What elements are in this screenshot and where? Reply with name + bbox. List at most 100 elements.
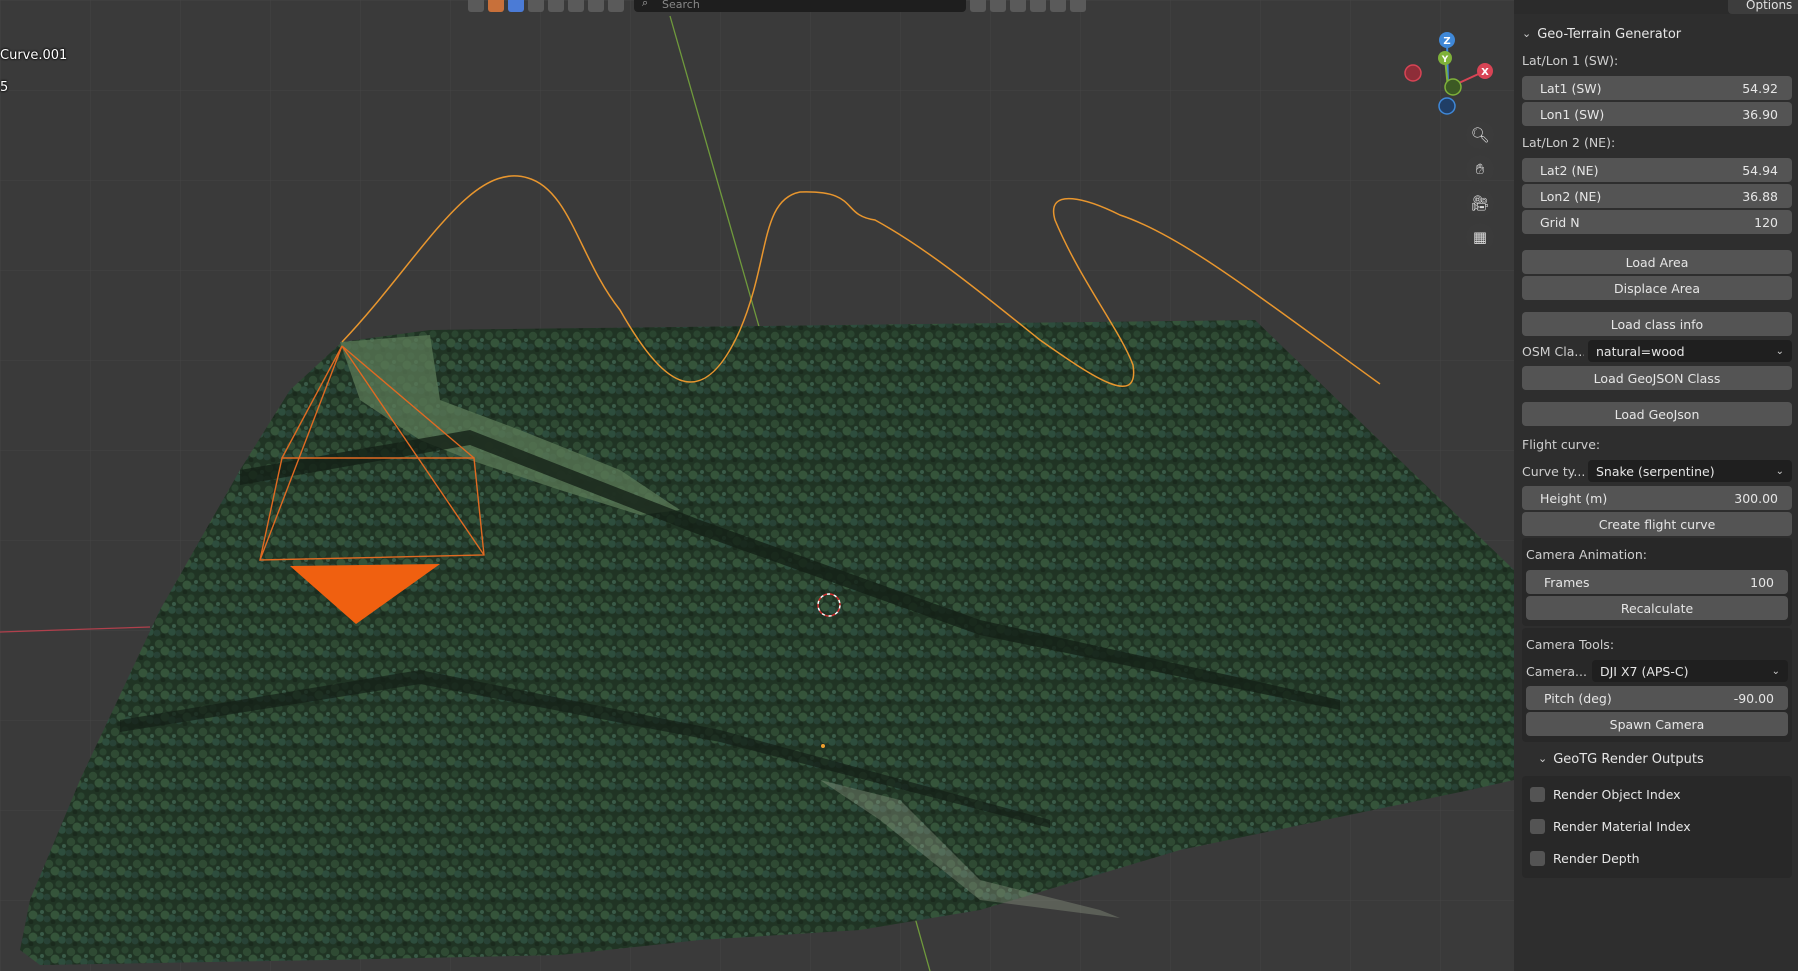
material-shading-icon[interactable] [528,0,544,12]
svg-text:X: X [1481,67,1489,78]
curve-type-row: Curve ty... Snake (serpentine) ⌄ [1522,458,1792,484]
viewport-icon[interactable] [588,0,604,12]
svg-text:Y: Y [1441,55,1449,65]
viewport-scene [0,0,1514,971]
camera-animation-label: Camera Animation: [1526,546,1647,562]
pitch-field[interactable]: Pitch (deg) -90.00 [1526,686,1788,710]
hand-pan-icon[interactable]: ✋︎ [1466,155,1494,183]
verified-icon[interactable] [1070,0,1086,12]
lat1-label: Lat1 (SW) [1540,80,1602,96]
options-button[interactable]: Options [1728,0,1798,14]
load-class-info-button[interactable]: Load class info [1522,312,1792,336]
render-material-index-row[interactable]: Render Material Index [1526,810,1788,842]
frames-value: 100 [1750,574,1774,590]
height-label: Height (m) [1540,490,1608,506]
zoom-icon[interactable]: 🔍︎ [1466,121,1494,149]
gizmo-neg-z-axis [1438,97,1456,115]
curve-type-select[interactable]: Snake (serpentine) ⌄ [1588,460,1792,482]
height-field[interactable]: Height (m) 300.00 [1522,486,1792,510]
recalculate-button[interactable]: Recalculate [1526,596,1788,620]
lon1-label: Lon1 (SW) [1540,106,1605,122]
panel-title: Geo-Terrain Generator [1537,26,1682,42]
navigation-gizmo[interactable]: Z Y X [1395,28,1505,120]
ne-label: Lat/Lon 2 (NE): [1522,134,1616,150]
lon2-value: 36.88 [1742,188,1778,204]
gridn-label: Grid N [1540,214,1580,230]
render-outputs-title: GeoTG Render Outputs [1553,751,1704,767]
solid-shading-icon[interactable] [508,0,524,12]
render-shading-icon[interactable] [548,0,564,12]
search-placeholder: Search [662,0,700,11]
render-object-index-checkbox[interactable] [1530,786,1545,802]
lon1-field[interactable]: Lon1 (SW) 36.90 [1522,102,1792,126]
render-outputs-box: Render Object Index Render Material Inde… [1522,776,1792,878]
chevron-down-icon[interactable] [468,0,484,12]
collection-icon[interactable] [1030,0,1046,12]
chevron-down-icon: ⌄ [1775,345,1784,357]
camera-view-icon[interactable]: 🎥︎ [1466,189,1494,217]
osm-class-label: OSM Cla... [1522,343,1584,359]
render-outputs-header[interactable]: ⌄ GeoTG Render Outputs [1522,744,1792,774]
render-depth-checkbox[interactable] [1530,850,1545,866]
osm-class-select[interactable]: natural=wood ⌄ [1588,340,1792,362]
lon1-value: 36.90 [1742,106,1778,122]
load-area-button[interactable]: Load Area [1522,250,1792,274]
active-object-name: Curve.001 [0,48,68,63]
gridn-value: 120 [1754,214,1778,230]
camera-tools-box: Camera Tools: Camera... DJI X7 (APS-C) ⌄… [1522,628,1792,742]
svg-text:Z: Z [1443,36,1450,47]
sw-label: Lat/Lon 1 (SW): [1522,52,1619,68]
render-material-index-label: Render Material Index [1553,818,1691,834]
pitch-value: -90.00 [1733,690,1774,706]
spawn-camera-button[interactable]: Spawn Camera [1526,712,1788,736]
layers-icon[interactable] [608,0,624,12]
lat1-field[interactable]: Lat1 (SW) 54.92 [1522,76,1792,100]
lon2-label: Lon2 (NE) [1540,188,1602,204]
chevron-down-icon[interactable]: ⌄ [1538,752,1547,765]
render-material-index-checkbox[interactable] [1530,818,1545,834]
overlay-icon[interactable] [488,0,504,12]
chevron-down-icon: ⌄ [1775,465,1784,477]
osm-class-row: OSM Cla... natural=wood ⌄ [1522,338,1792,364]
wireframe-shading-icon[interactable] [568,0,584,12]
osm-class-value: natural=wood [1596,343,1685,359]
curve-type-label: Curve ty... [1522,463,1584,479]
lat2-value: 54.94 [1742,162,1778,178]
viewport-header: ⌕ Search [468,0,1128,12]
camera-select[interactable]: DJI X7 (APS-C) ⌄ [1592,660,1788,682]
pitch-label: Pitch (deg) [1544,690,1612,706]
pin-icon[interactable] [1050,0,1066,12]
lat2-label: Lat2 (NE) [1540,162,1599,178]
camera-select-value: DJI X7 (APS-C) [1600,663,1689,679]
render-depth-label: Render Depth [1553,850,1640,866]
search-input[interactable]: ⌕ Search [634,0,966,12]
sidebar-icon[interactable] [1010,0,1026,12]
camera-select-label: Camera... [1526,663,1587,679]
camera-select-row: Camera... DJI X7 (APS-C) ⌄ [1526,658,1788,684]
lon2-field[interactable]: Lon2 (NE) 36.88 [1522,184,1792,208]
load-geojson-button[interactable]: Load GeoJson [1522,402,1792,426]
gizmo-neg-x-axis [1404,64,1422,82]
render-depth-row[interactable]: Render Depth [1526,842,1788,874]
origin-dot [821,744,825,748]
search-icon: ⌕ [642,0,649,9]
load-geojson-class-button[interactable]: Load GeoJSON Class [1522,366,1792,390]
gridn-field[interactable]: Grid N 120 [1522,210,1792,234]
frames-label: Frames [1544,574,1590,590]
bookmark-icon[interactable] [990,0,1006,12]
camera-animation-box: Camera Animation: Frames 100 Recalculate [1522,538,1792,626]
panel-header[interactable]: ⌄ Geo-Terrain Generator [1522,22,1792,46]
grid-perspective-icon[interactable]: ▦ [1466,223,1494,251]
frames-field[interactable]: Frames 100 [1526,570,1788,594]
camera-tools-label: Camera Tools: [1526,636,1615,652]
displace-area-button[interactable]: Displace Area [1522,276,1792,300]
3d-viewport[interactable]: Curve.001 5 ⌕ Search Z Y X 🔍︎ ✋︎ 🎥︎ ▦ [0,0,1514,971]
chevron-down-icon[interactable]: ⌄ [1522,27,1531,40]
flight-curve-label: Flight curve: [1522,436,1601,452]
curve-type-value: Snake (serpentine) [1596,463,1715,479]
object-count: 5 [0,80,9,95]
filter-icon[interactable] [970,0,986,12]
lat2-field[interactable]: Lat2 (NE) 54.94 [1522,158,1792,182]
render-object-index-row[interactable]: Render Object Index [1526,778,1788,810]
create-flight-curve-button[interactable]: Create flight curve [1522,512,1792,536]
